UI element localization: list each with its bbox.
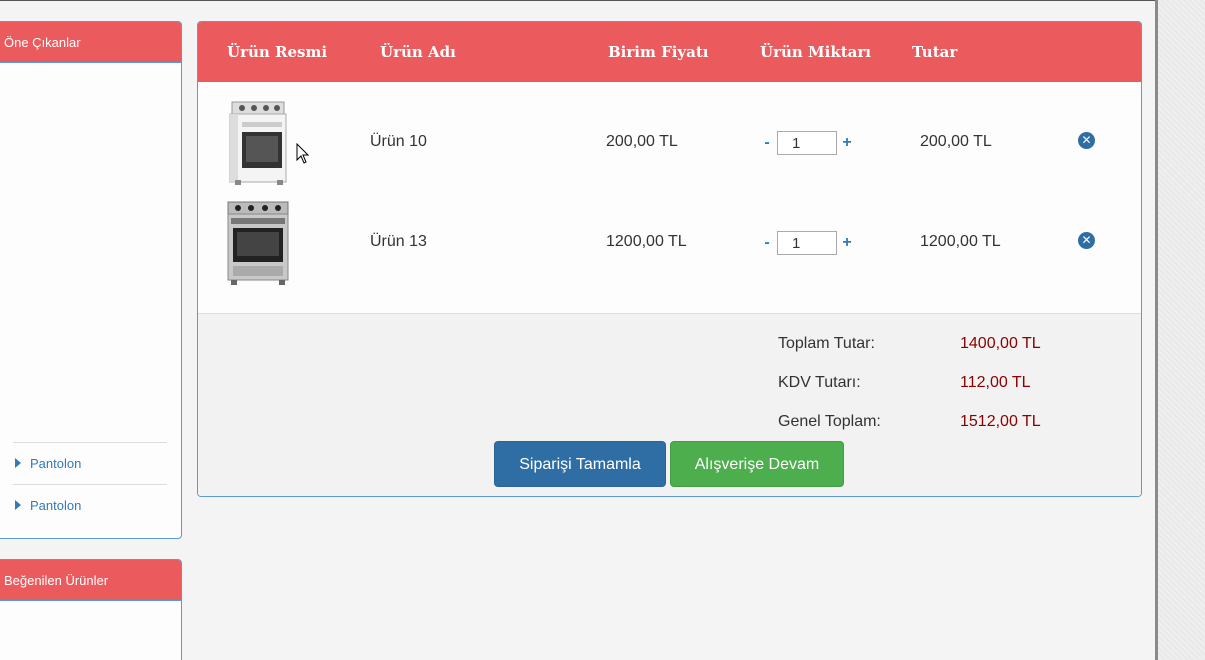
increase-quantity-button[interactable]: + [840,134,854,152]
subtotal-value: 1400,00 TL [960,335,1041,352]
row-total: 200,00 TL [920,133,992,150]
remove-item-icon[interactable]: ✕ [1078,132,1095,149]
featured-panel-title: Öne Çıkanlar [0,22,181,63]
gas-stove-steel-icon[interactable] [225,200,291,286]
liked-products-panel: Beğenilen Ürünler [0,559,182,660]
grand-total-value: 1512,00 TL [960,413,1041,430]
grand-total-label: Genel Toplam: [778,413,881,430]
caret-right-icon [15,500,21,510]
quantity-stepper: - + [760,131,854,155]
increase-quantity-button[interactable]: + [840,234,854,252]
product-name: Ürün 13 [370,233,427,250]
cart-table-header: Ürün Resmi Ürün Adı Birim Fiyatı Ürün Mi… [198,22,1141,82]
quantity-input[interactable] [777,231,837,255]
gas-stove-white-icon[interactable] [227,100,287,186]
sidebar-item-label: Pantolon [30,455,82,471]
continue-shopping-button[interactable]: Alışverişe Devam [670,441,844,487]
quantity-input[interactable] [777,131,837,155]
column-header-unit-price: Birim Fiyatı [608,43,709,61]
table-row: Ürün 13 1200,00 TL - + 1200,00 TL ✕ [198,192,1141,292]
caret-right-icon [15,458,21,468]
quantity-stepper: - + [760,231,854,255]
top-border-line [0,0,1155,1]
subtotal-label: Toplam Tutar: [778,335,875,352]
decrease-quantity-button[interactable]: - [760,234,774,252]
liked-products-title: Beğenilen Ürünler [0,560,181,601]
column-header-name: Ürün Adı [380,43,456,61]
decrease-quantity-button[interactable]: - [760,134,774,152]
column-header-total: Tutar [912,43,958,61]
sidebar-item-pantolon[interactable]: Pantolon [13,442,167,483]
featured-panel: Öne Çıkanlar Pantolon Pantolon [0,21,182,539]
column-header-image: Ürün Resmi [227,43,328,61]
unit-price: 200,00 TL [606,133,678,150]
product-name: Ürün 10 [370,133,427,150]
table-row: Ürün 10 200,00 TL - + 200,00 TL ✕ [198,92,1141,192]
cart-panel: Ürün Resmi Ürün Adı Birim Fiyatı Ürün Mi… [197,21,1142,497]
vat-value: 112,00 TL [960,374,1031,391]
column-header-quantity: Ürün Miktarı [760,43,871,61]
row-total: 1200,00 TL [920,233,1001,250]
unit-price: 1200,00 TL [606,233,687,250]
mouse-cursor-icon [296,143,310,164]
vat-label: KDV Tutarı: [778,374,861,391]
cart-summary: Toplam Tutar: 1400,00 TL KDV Tutarı: 112… [198,313,1141,496]
complete-order-button[interactable]: Siparişi Tamamla [494,441,666,487]
page-background-pattern [1158,0,1205,660]
sidebar-item-pantolon[interactable]: Pantolon [13,484,167,525]
remove-item-icon[interactable]: ✕ [1078,232,1095,249]
sidebar-item-label: Pantolon [30,497,82,513]
